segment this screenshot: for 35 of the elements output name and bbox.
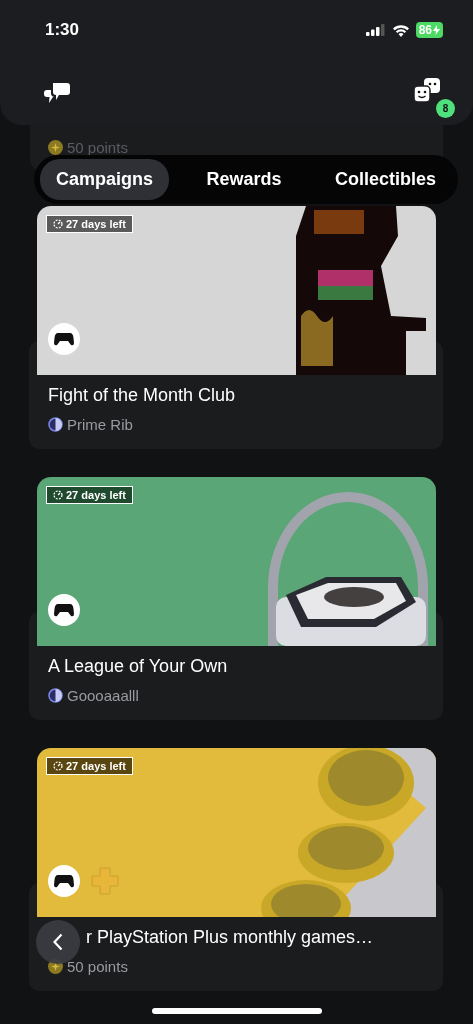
- trophy-badge-icon: [48, 417, 63, 432]
- back-chevron-icon: [53, 933, 63, 951]
- friends-faces-icon[interactable]: [413, 77, 443, 104]
- timer-icon: [53, 761, 63, 771]
- notification-badge: 8: [436, 98, 455, 118]
- controller-icon: [48, 865, 80, 897]
- campaign-banner[interactable]: 27 days left: [37, 206, 436, 375]
- controller-icon: [48, 323, 80, 355]
- days-left-text: 27 days left: [66, 760, 126, 772]
- battery-level: 86: [418, 23, 432, 37]
- reward-label: 50 points: [67, 958, 128, 975]
- trophy-badge-icon: [48, 688, 63, 703]
- wifi-icon: [391, 23, 410, 37]
- category-tab[interactable]: Campaigns: [40, 159, 170, 200]
- signal-icon: [365, 24, 386, 36]
- reward-label: Prime Rib: [67, 416, 133, 433]
- campaign-title: r PlayStation Plus monthly games…: [86, 927, 375, 948]
- days-left-text: 27 days left: [66, 489, 126, 501]
- controller-icon: [48, 594, 80, 626]
- timer-icon: [53, 219, 63, 229]
- timer-icon: [53, 490, 63, 500]
- points-label: 50 points: [67, 139, 128, 156]
- campaign-title: Fight of the Month Club: [48, 385, 237, 406]
- days-left-text: 27 days left: [66, 218, 126, 230]
- plus-logo-icon: [90, 866, 120, 896]
- campaign-banner[interactable]: 27 days left: [37, 477, 436, 646]
- category-tab[interactable]: Rewards: [190, 159, 298, 200]
- reward-label: Goooaaalll: [67, 687, 139, 704]
- clock-time: 1:30: [45, 20, 80, 40]
- campaign-banner[interactable]: 27 days left: [37, 748, 436, 917]
- campaign-title: A League of Your Own: [48, 656, 229, 677]
- charging-bolt-icon: [433, 25, 440, 35]
- category-tab[interactable]: Collectibles: [318, 159, 452, 200]
- coin-icon: [48, 140, 63, 155]
- chat-bubbles-icon[interactable]: [44, 81, 70, 104]
